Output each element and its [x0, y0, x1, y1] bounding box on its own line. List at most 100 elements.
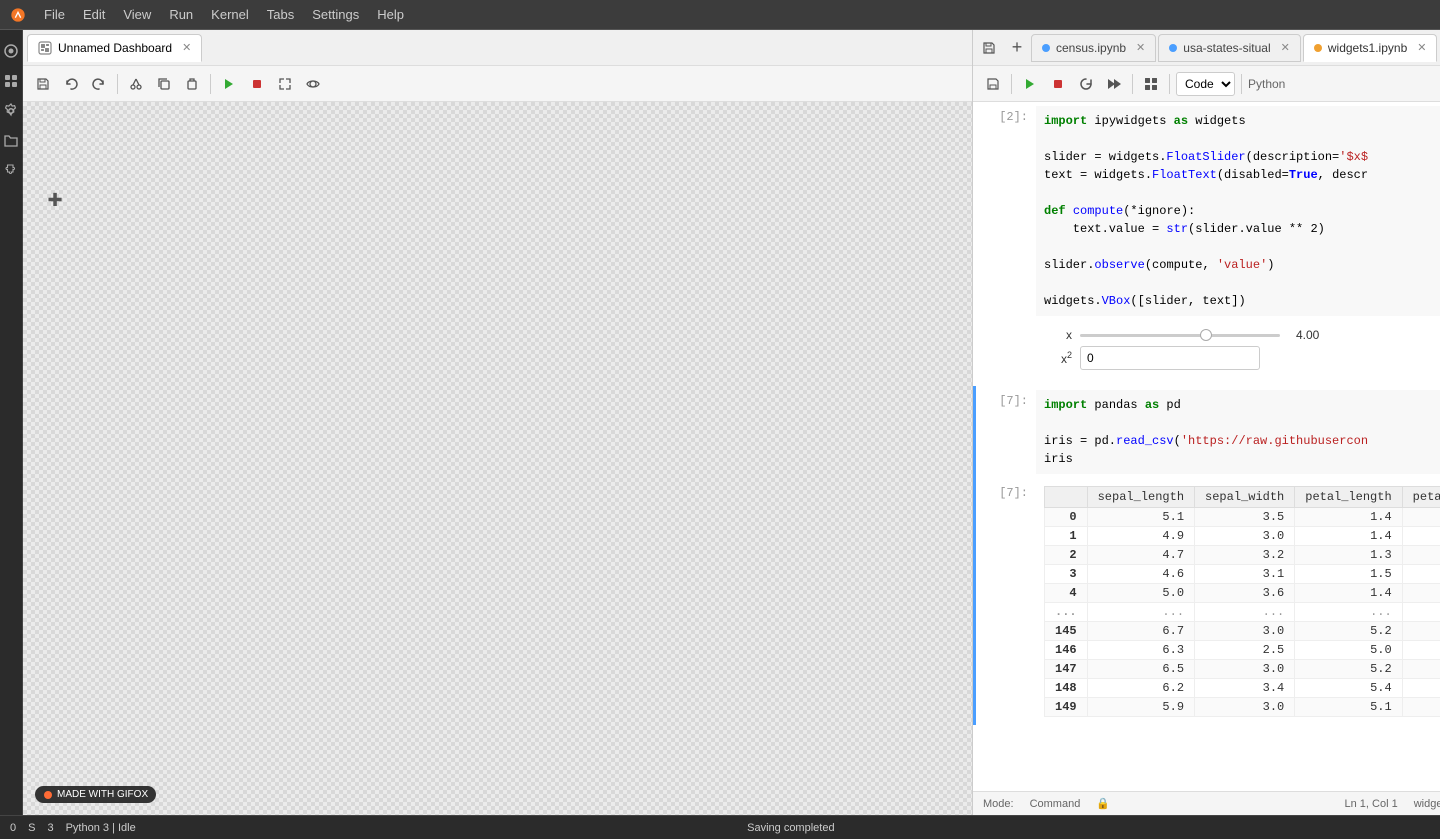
census-tab-close[interactable]: ✕: [1136, 41, 1145, 54]
notebook-content[interactable]: [2]: import ipywidgets as widgets slider…: [973, 102, 1440, 791]
copy-button[interactable]: [152, 72, 176, 96]
nb-run-button[interactable]: [1018, 72, 1042, 96]
status-bar: 0 S 3 Python 3 | Idle Saving completed: [0, 815, 1440, 839]
status-left: 0 S 3 Python 3 | Idle: [10, 822, 136, 834]
row-148-sl: 6.2: [1087, 679, 1194, 698]
nb-filename: widgets1.ipynb: [1414, 798, 1440, 810]
fullscreen-button[interactable]: [273, 72, 297, 96]
row-0-idx: 0: [1045, 508, 1088, 527]
ellipsis-idx: ...: [1045, 603, 1088, 622]
cell-7-out-body: sepal_length sepal_width petal_length pe…: [1036, 482, 1440, 721]
gifox-badge: MADE WITH GIFOX: [35, 786, 156, 803]
redo-button[interactable]: [87, 72, 111, 96]
row-2-pl: 1.3: [1295, 546, 1402, 565]
nb-run-all-button[interactable]: [1102, 72, 1126, 96]
widgets-tab-dot: [1314, 44, 1322, 52]
gifox-label: MADE WITH GIFOX: [57, 789, 148, 800]
notebook-tab-bar: + census.ipynb ✕ usa-states-situal ✕ wid…: [973, 30, 1440, 66]
table-row: 0 5.1 3.5 1.4 C: [1045, 508, 1440, 527]
menu-view[interactable]: View: [115, 5, 159, 24]
notebook-status-bar: Mode: Command 🔒 Ln 1, Col 1 widgets1.ipy…: [973, 791, 1440, 815]
slider-thumb[interactable]: [1200, 329, 1212, 341]
row-4-sl: 5.0: [1087, 584, 1194, 603]
nb-tab-widgets1[interactable]: widgets1.ipynb ✕: [1303, 34, 1438, 62]
usa-tab-dot: [1169, 44, 1177, 52]
sidebar-icon-extensions[interactable]: [0, 70, 22, 92]
nb-add-cell-button[interactable]: +: [1005, 36, 1029, 60]
main-layout: Unnamed Dashboard ✕: [0, 30, 1440, 815]
menu-kernel[interactable]: Kernel: [203, 5, 257, 24]
sidebar-icon-folder[interactable]: [0, 130, 22, 152]
slider-control[interactable]: [1080, 334, 1280, 337]
menu-help[interactable]: Help: [369, 5, 412, 24]
menu-run[interactable]: Run: [161, 5, 201, 24]
status-s: S: [28, 822, 35, 834]
undo-button[interactable]: [59, 72, 83, 96]
row-145-idx: 145: [1045, 622, 1088, 641]
table-row: 4 5.0 3.6 1.4 C: [1045, 584, 1440, 603]
cut-button[interactable]: [124, 72, 148, 96]
iris-table: sepal_length sepal_width petal_length pe…: [1044, 486, 1440, 717]
dashboard-tab-close[interactable]: ✕: [182, 41, 191, 54]
cell-7-code[interactable]: import pandas as pd iris = pd.read_csv('…: [1036, 390, 1440, 474]
menu-file[interactable]: File: [36, 5, 73, 24]
dashboard-tab-bar: Unnamed Dashboard ✕: [23, 30, 972, 66]
nb-tab-census[interactable]: census.ipynb ✕: [1031, 34, 1156, 62]
notebook-panel: + census.ipynb ✕ usa-states-situal ✕ wid…: [973, 30, 1440, 815]
nb-save2-button[interactable]: [981, 72, 1005, 96]
canvas-grid: [23, 102, 972, 815]
widgets-tab-close[interactable]: ✕: [1417, 41, 1426, 54]
nb-grid-button[interactable]: [1139, 72, 1163, 96]
app-logo: [8, 5, 28, 25]
text-input[interactable]: [1080, 346, 1260, 370]
nb-tab-usa-states[interactable]: usa-states-situal ✕: [1158, 34, 1301, 62]
nb-save-button[interactable]: [977, 36, 1001, 60]
cell-7: [7]: import pandas as pd iris = pd.read_…: [973, 386, 1440, 478]
preview-button[interactable]: [301, 72, 325, 96]
nb-sep-2: [1132, 74, 1133, 94]
row-149-idx: 149: [1045, 698, 1088, 717]
nb-restart-button[interactable]: [1074, 72, 1098, 96]
nb-stop-button[interactable]: [1046, 72, 1070, 96]
row-3-idx: 3: [1045, 565, 1088, 584]
sidebar-icon-files[interactable]: [0, 40, 22, 62]
row-0-pw: C: [1402, 508, 1440, 527]
row-148-pw: 2: [1402, 679, 1440, 698]
cell-7-out-prompt: [7]:: [976, 482, 1036, 721]
df-col-sepal-length: sepal_length: [1087, 487, 1194, 508]
menu-edit[interactable]: Edit: [75, 5, 113, 24]
status-kernel: Python 3 | Idle: [66, 822, 136, 834]
paste-button[interactable]: [180, 72, 204, 96]
row-149-sw: 3.0: [1195, 698, 1295, 717]
row-1-sl: 4.9: [1087, 527, 1194, 546]
widget-output: x 4.00 x2: [1036, 316, 1440, 382]
menu-settings[interactable]: Settings: [304, 5, 367, 24]
df-col-idx: [1045, 487, 1088, 508]
run-button[interactable]: [217, 72, 241, 96]
row-148-sw: 3.4: [1195, 679, 1295, 698]
status-3: 3: [47, 822, 53, 834]
dashboard-canvas[interactable]: ✚ MADE WITH GIFOX: [23, 102, 972, 815]
cell-type-select[interactable]: Code: [1176, 72, 1235, 96]
table-row: 148 6.2 3.4 5.4 2: [1045, 679, 1440, 698]
dashboard-tab[interactable]: Unnamed Dashboard ✕: [27, 34, 202, 62]
slider-label: x: [1052, 328, 1072, 342]
add-panel-icon[interactable]: ✚: [45, 190, 65, 210]
cell-7-prompt: [7]:: [976, 390, 1036, 474]
row-145-sl: 6.7: [1087, 622, 1194, 641]
stop-button[interactable]: [245, 72, 269, 96]
usa-tab-close[interactable]: ✕: [1281, 41, 1290, 54]
sidebar-icon-settings[interactable]: [0, 100, 22, 122]
toolbar-sep-1: [117, 74, 118, 94]
cell-2-code[interactable]: import ipywidgets as widgets slider = wi…: [1036, 106, 1440, 316]
ellipsis-pw: ...: [1402, 603, 1440, 622]
save-button[interactable]: [31, 72, 55, 96]
dashboard-panel: Unnamed Dashboard ✕: [23, 30, 973, 815]
row-4-pw: C: [1402, 584, 1440, 603]
row-146-sw: 2.5: [1195, 641, 1295, 660]
dashboard-tab-label: Unnamed Dashboard: [58, 41, 172, 55]
row-4-idx: 4: [1045, 584, 1088, 603]
menu-tabs[interactable]: Tabs: [259, 5, 302, 24]
nb-sep-4: [1241, 74, 1242, 94]
sidebar-icon-puzzle[interactable]: [0, 160, 22, 182]
